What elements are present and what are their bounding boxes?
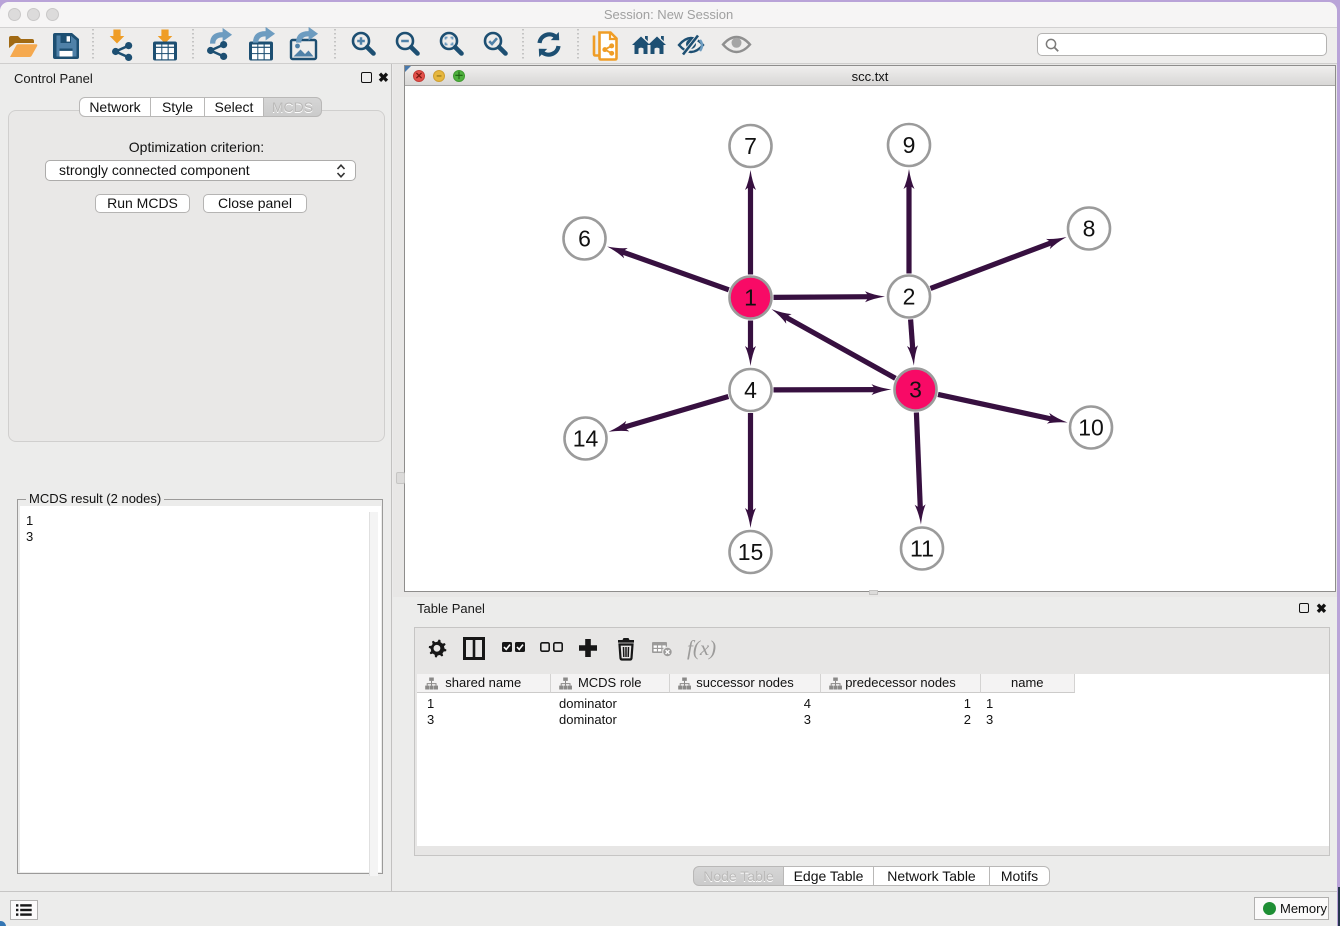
svg-text:14: 14 xyxy=(573,426,599,452)
svg-text:4: 4 xyxy=(744,377,757,403)
svg-text:9: 9 xyxy=(903,132,916,158)
svg-text:8: 8 xyxy=(1083,216,1096,242)
svg-text:7: 7 xyxy=(744,133,757,159)
svg-text:f(x): f(x) xyxy=(687,636,716,660)
svg-text:10: 10 xyxy=(1078,415,1104,441)
svg-text:2: 2 xyxy=(903,284,916,310)
svg-text:11: 11 xyxy=(910,536,934,562)
svg-text:6: 6 xyxy=(578,226,591,252)
svg-text:3: 3 xyxy=(909,377,922,403)
svg-text:1: 1 xyxy=(744,285,757,311)
svg-text:15: 15 xyxy=(738,539,764,565)
